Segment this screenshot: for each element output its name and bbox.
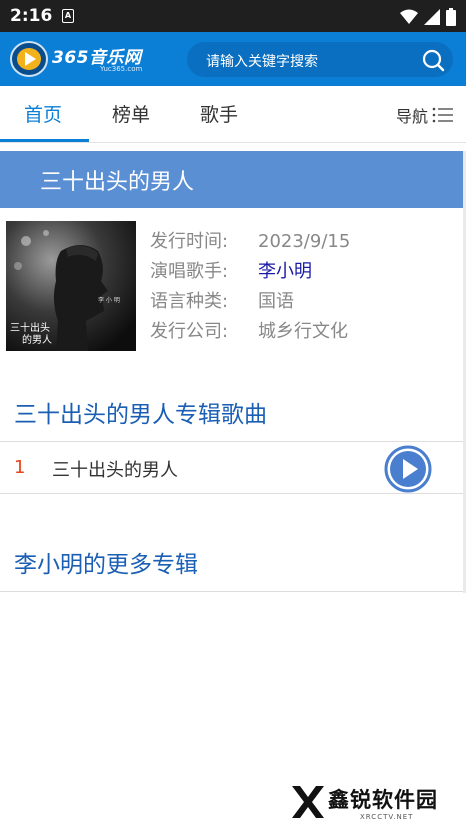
section-divider (0, 591, 463, 592)
app-header: 365音乐网 Yuc365.com 请输入关键字搜索 (0, 32, 466, 86)
language-value: 国语 (258, 291, 294, 312)
publisher-row: 发行公司: 城乡行文化 (150, 317, 348, 343)
play-icon[interactable] (384, 445, 432, 493)
menu-list-icon (432, 107, 453, 123)
song-title[interactable]: 三十出头的男人 (52, 456, 178, 482)
language-row: 语言种类: 国语 (150, 287, 294, 313)
tab-home[interactable]: 首页 (24, 100, 62, 127)
album-title-band: 三十出头的男人 (0, 151, 463, 208)
singer-link[interactable]: 李小明 (258, 261, 312, 282)
album-cover: 三十出头 的男人 李 小 明 (6, 221, 136, 351)
watermark-logo-icon (292, 786, 324, 818)
status-time: 2:16 (10, 6, 53, 26)
search-box[interactable]: 请输入关键字搜索 (187, 42, 453, 77)
logo-disc-icon (10, 41, 48, 77)
release-date-label: 发行时间: (150, 231, 229, 252)
song-row[interactable]: 1 三十出头的男人 (0, 441, 463, 494)
singer-row: 演唱歌手: 李小明 (150, 257, 312, 283)
publisher-label: 发行公司: (150, 321, 229, 342)
active-tab-indicator (0, 139, 89, 142)
logo-subtext: Yuc365.com (100, 65, 143, 73)
site-logo[interactable]: 365音乐网 Yuc365.com (10, 41, 155, 77)
cover-artist: 李 小 明 (98, 297, 120, 304)
nav-menu-label: 导航 (395, 107, 428, 126)
album-songs-heading: 三十出头的男人专辑歌曲 (14, 402, 267, 428)
tab-singers[interactable]: 歌手 (200, 100, 238, 127)
status-icons (400, 8, 456, 26)
singer-label: 演唱歌手: (150, 261, 229, 282)
album-title: 三十出头的男人 (40, 170, 195, 195)
watermark-subtext: XRCCTV.NET (360, 813, 414, 821)
search-placeholder[interactable]: 请输入关键字搜索 (206, 51, 318, 71)
watermark: 鑫锐软件园 XRCCTV.NET (286, 780, 456, 826)
battery-icon (446, 8, 456, 26)
release-date-value: 2023/9/15 (258, 231, 351, 252)
tab-charts[interactable]: 榜单 (112, 100, 150, 127)
language-label: 语言种类: (150, 291, 229, 312)
status-bar: 2:16 A (0, 0, 466, 32)
publisher-value: 城乡行文化 (258, 321, 348, 342)
cover-title-2: 的男人 (22, 335, 52, 346)
nav-menu-button[interactable]: 导航 (396, 103, 454, 127)
nav-tabs: 首页 榜单 歌手 导航 (0, 86, 466, 143)
sim-icon: A (62, 9, 74, 23)
watermark-text: 鑫锐软件园 (328, 788, 438, 812)
search-icon[interactable] (421, 48, 445, 72)
song-number: 1 (14, 457, 26, 478)
more-albums-heading[interactable]: 李小明的更多专辑 (14, 545, 198, 579)
signal-icon (424, 9, 440, 25)
wifi-icon (400, 9, 418, 24)
release-date-row: 发行时间: 2023/9/15 (150, 227, 350, 253)
